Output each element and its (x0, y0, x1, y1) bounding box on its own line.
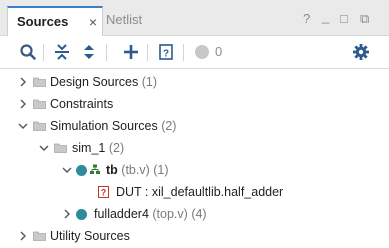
collapse-all-icon[interactable] (53, 43, 71, 61)
search-icon[interactable] (19, 43, 37, 61)
chevron-down-icon[interactable] (39, 143, 49, 153)
gear-icon[interactable] (352, 43, 370, 61)
tree-item-label: Constraints (50, 97, 114, 111)
tree-item-tb[interactable]: tb (tb.v) (1) (0, 159, 389, 181)
tree-item-label: Utility Sources (50, 229, 130, 243)
add-icon[interactable] (122, 43, 140, 61)
maximize-icon[interactable]: □ (340, 12, 348, 25)
tree-item-fulladder4[interactable]: fulladder4 (top.v) (4) (0, 203, 389, 225)
module-icon (76, 209, 87, 220)
tree-item-simulation-sources[interactable]: Simulation Sources (2) (0, 115, 389, 137)
folder-icon (33, 231, 46, 241)
chevron-down-icon[interactable] (18, 121, 28, 131)
tree-item-design-sources[interactable]: Design Sources (1) (0, 71, 389, 93)
toolbar-separator (147, 44, 148, 61)
tree-item-constraints[interactable]: Constraints (0, 93, 389, 115)
close-icon[interactable]: × (86, 8, 100, 36)
svg-text:?: ? (163, 49, 169, 60)
tab-sources-label: Sources (17, 14, 69, 29)
module-icon (76, 165, 87, 176)
tree-item-label: DUT : xil_defaultlib.half_adder (116, 185, 284, 199)
help-icon[interactable]: ? (303, 12, 310, 25)
sources-toolbar: ? 0 (0, 36, 389, 69)
folder-open-icon (33, 121, 46, 131)
expand-all-icon[interactable] (80, 43, 98, 61)
toolbar-separator (183, 44, 184, 61)
tree-item-label: tb (tb.v) (1) (106, 163, 169, 177)
chevron-right-icon[interactable] (18, 99, 28, 109)
tree-item-label: Design Sources (1) (50, 75, 158, 89)
tree-item-utility-sources[interactable]: Utility Sources (0, 225, 389, 247)
missing-module-icon: ? (98, 186, 109, 198)
chevron-right-icon[interactable] (18, 77, 28, 87)
float-icon[interactable]: ⧉ (360, 12, 369, 25)
tab-bar: Sources × Netlist ? _ □ ⧉ (0, 0, 389, 37)
tree-item-label: Simulation Sources (2) (50, 119, 177, 133)
tab-sources[interactable]: Sources × (7, 6, 103, 37)
toolbar-separator (106, 44, 107, 61)
tree-item-dut[interactable]: ? DUT : xil_defaultlib.half_adder (0, 181, 389, 203)
chevron-right-icon[interactable] (18, 231, 28, 241)
chevron-right-icon[interactable] (62, 209, 72, 219)
tab-netlist[interactable]: Netlist (106, 6, 142, 36)
tree-item-label: sim_1 (2) (72, 141, 125, 155)
chevron-down-icon[interactable] (62, 165, 72, 175)
error-count: 0 (215, 44, 223, 59)
properties-icon[interactable]: ? (157, 43, 175, 61)
hierarchy-icon (90, 164, 100, 174)
folder-icon (33, 99, 46, 109)
tree-item-label: fulladder4 (top.v) (4) (94, 207, 207, 221)
minimize-icon[interactable]: _ (322, 10, 329, 23)
svg-text:?: ? (101, 188, 107, 198)
folder-open-icon (54, 143, 67, 153)
status-dot-icon (195, 45, 209, 59)
folder-icon (33, 77, 46, 87)
toolbar-separator (43, 44, 44, 61)
tab-netlist-label: Netlist (106, 12, 143, 27)
tree-item-sim-1[interactable]: sim_1 (2) (0, 137, 389, 159)
